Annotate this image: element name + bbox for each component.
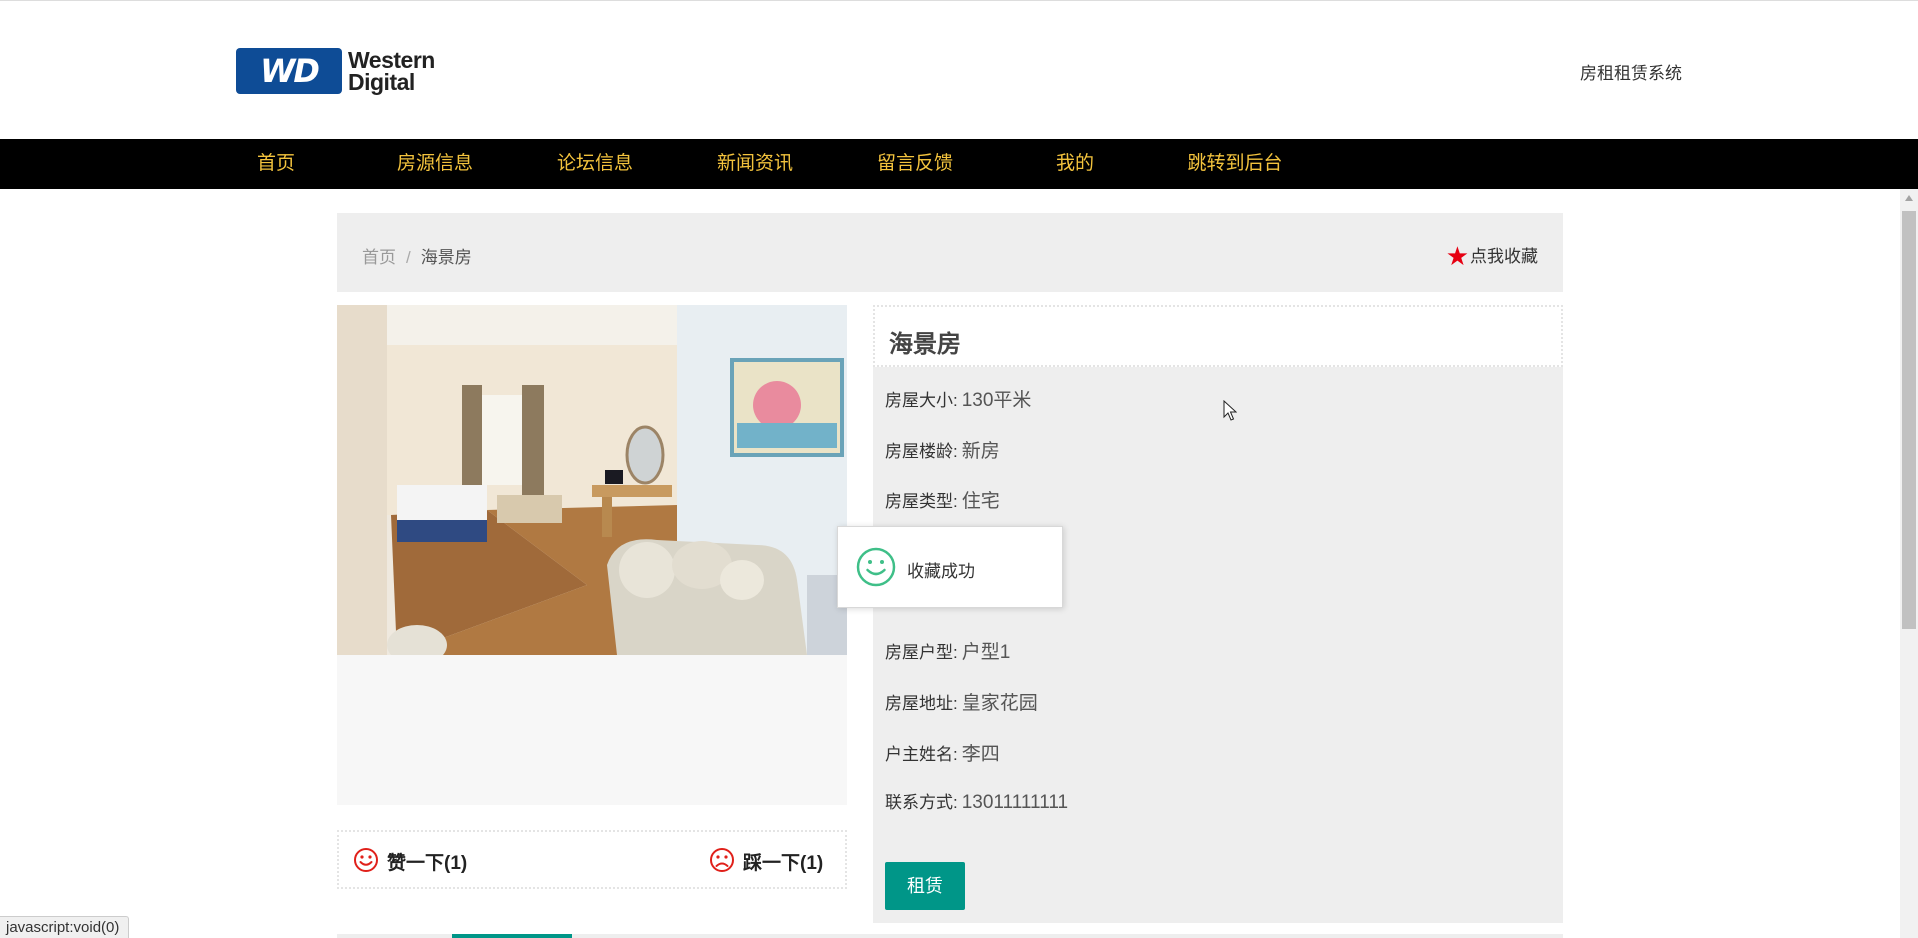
success-toast: 收藏成功	[837, 526, 1063, 608]
info-row-size: 房屋大小: 130平米	[885, 385, 1031, 412]
info-label: 房屋楼龄:	[885, 442, 958, 461]
logo-badge: WD	[236, 48, 342, 94]
like-label: 赞一下(1)	[387, 853, 468, 874]
vote-bar: 赞一下(1) 踩一下(1)	[337, 830, 847, 889]
dislike-label: 踩一下(1)	[743, 853, 824, 874]
breadcrumb-bar: 首页 / 海景房 ★点我收藏	[337, 213, 1563, 292]
nav-item-home[interactable]: 首页	[236, 139, 316, 189]
nav-item-forum[interactable]: 论坛信息	[545, 139, 645, 189]
info-label: 房屋地址:	[885, 694, 958, 713]
info-value: 新房	[961, 441, 1000, 462]
smile-icon	[856, 547, 896, 587]
breadcrumb: 首页 / 海景房	[362, 243, 472, 268]
logo-text-line2: Digital	[348, 69, 415, 95]
breadcrumb-home[interactable]: 首页	[362, 248, 396, 267]
info-label: 户主姓名:	[885, 745, 958, 764]
scroll-up-arrow-icon[interactable]	[1905, 195, 1913, 201]
logo-text-line1: Western	[348, 47, 435, 73]
info-value: 130平米	[961, 390, 1032, 411]
star-icon: ★	[1445, 241, 1469, 271]
site-header: WD Western Digital 房租租赁系统	[0, 1, 1918, 139]
info-value: 13011111111	[961, 792, 1069, 813]
status-bar: javascript:void(0)	[0, 916, 130, 938]
main-nav: 首页 房源信息 论坛信息 新闻资讯 留言反馈 我的 跳转到后台	[0, 139, 1918, 189]
house-info-panel: 房屋大小: 130平米 房屋楼龄: 新房 房屋类型: 住宅 房屋户型: 户型1 房屋地址…	[873, 367, 1563, 923]
nav-item-admin[interactable]: 跳转到后台	[1175, 139, 1295, 189]
page-scrollbar[interactable]	[1900, 189, 1918, 938]
frown-icon	[710, 848, 734, 872]
site-title: 房租租赁系统	[1580, 64, 1682, 83]
toast-message: 收藏成功	[907, 562, 975, 581]
like-button[interactable]: 赞一下(1)	[353, 847, 467, 875]
info-value: 住宅	[961, 491, 1000, 512]
breadcrumb-current: 海景房	[420, 248, 472, 267]
nav-item-mine[interactable]: 我的	[1035, 139, 1115, 189]
house-photo	[337, 305, 847, 655]
info-row-contact: 联系方式: 13011111111	[885, 788, 1068, 814]
info-value: 皇家花园	[961, 693, 1038, 714]
favorite-button[interactable]: ★点我收藏	[1446, 241, 1538, 272]
info-row-age: 房屋楼龄: 新房	[885, 436, 1000, 463]
nav-item-listings[interactable]: 房源信息	[385, 139, 485, 189]
info-row-type: 房屋类型: 住宅	[885, 486, 1000, 513]
info-label: 联系方式:	[885, 793, 958, 812]
info-row-layout: 房屋户型: 户型1	[885, 637, 1010, 664]
house-title-box: 海景房	[873, 305, 1563, 367]
house-title: 海景房	[889, 331, 961, 358]
nav-item-feedback[interactable]: 留言反馈	[865, 139, 965, 189]
info-label: 房屋户型:	[885, 643, 958, 662]
info-row-address: 房屋地址: 皇家花园	[885, 688, 1038, 715]
breadcrumb-separator: /	[406, 248, 411, 267]
logo[interactable]: WD Western Digital	[236, 48, 471, 94]
logo-text: Western Digital	[348, 47, 478, 95]
scroll-thumb[interactable]	[1902, 211, 1916, 629]
info-label: 房屋类型:	[885, 492, 958, 511]
house-image-panel	[337, 305, 847, 805]
nav-item-news[interactable]: 新闻资讯	[705, 139, 805, 189]
smile-icon	[354, 848, 378, 872]
rent-button[interactable]: 租赁	[885, 862, 965, 910]
dislike-button[interactable]: 踩一下(1)	[709, 847, 823, 875]
info-value: 户型1	[961, 642, 1011, 663]
favorite-label: 点我收藏	[1470, 247, 1538, 266]
bottom-tab-indicator	[452, 934, 572, 938]
info-row-owner: 户主姓名: 李四	[885, 739, 1000, 766]
info-label: 房屋大小:	[885, 391, 958, 410]
info-value: 李四	[961, 744, 1000, 765]
mouse-cursor-icon	[1223, 400, 1237, 421]
